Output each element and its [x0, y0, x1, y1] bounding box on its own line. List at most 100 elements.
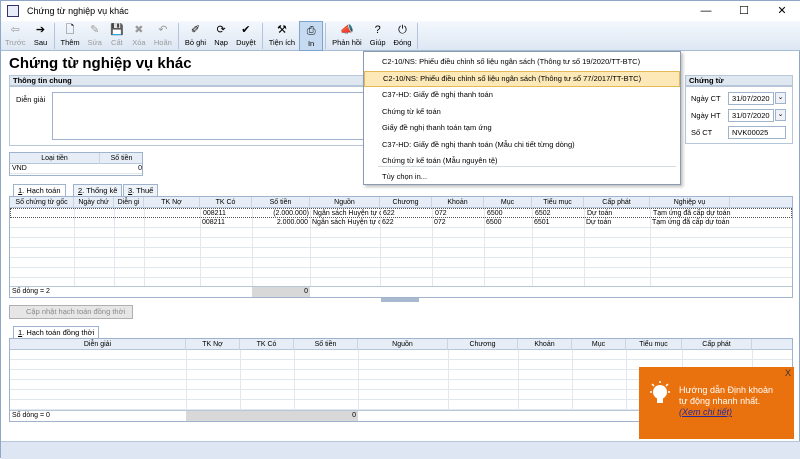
help-button[interactable]: ? Giúp — [366, 21, 390, 51]
print-menu-item[interactable]: Giấy đề nghị thanh toán tạm ứng — [364, 120, 680, 136]
accounting-grid-col-header[interactable]: Mục — [484, 197, 532, 208]
approve-label: Duyệt — [236, 38, 256, 47]
print-menu-item[interactable]: C2-10/NS: Phiếu điều chỉnh số liệu ngân … — [364, 70, 680, 87]
tab-thue[interactable]: 3. Thuế — [123, 184, 159, 196]
sync-accounting-label: Cập nhật hạch toán đồng thời — [26, 307, 126, 316]
accounting-grid-row[interactable] — [10, 258, 792, 268]
accounting-grid-cell[interactable]: 622 — [380, 218, 432, 228]
help-icon: ? — [374, 24, 381, 36]
accounting-grid-cell[interactable]: 6501 — [532, 218, 584, 228]
tip-line1: Hướng dẫn Định khoản — [679, 385, 773, 395]
currency-amount-cell[interactable]: 0 — [100, 164, 142, 174]
tip-details-link[interactable]: (Xem chi tiết) — [679, 407, 773, 418]
accounting-grid-row[interactable]: 008211(2.000.000)Ngân sách Huyện tự chủ6… — [10, 208, 792, 218]
accounting-grid-cell[interactable]: Tạm ứng đã cấp dự toán — [650, 218, 730, 228]
accounting-grid-cell[interactable]: 6500 — [484, 218, 532, 228]
accounting-grid-col-header[interactable]: TK Nợ — [144, 197, 200, 208]
accounting-grid-col-header[interactable]: Khoản — [432, 197, 484, 208]
accounting-grid-row[interactable] — [10, 268, 792, 278]
save-button[interactable]: 💾 Cất — [106, 21, 128, 51]
print-menu-item[interactable]: C37-HD: Giấy đề nghị thanh toán — [364, 87, 680, 103]
accounting-grid-col-header[interactable]: Số tiền — [252, 197, 310, 208]
accounting-grid-col-header[interactable]: Cấp phát — [584, 197, 650, 208]
accounting-grid-col-header[interactable]: Chương — [380, 197, 432, 208]
sync-grid-col-header[interactable]: Khoản — [518, 339, 572, 350]
date-ct-input[interactable]: 31/07/2020 — [728, 92, 774, 105]
undo-button[interactable]: ↶ Hoãn — [150, 21, 176, 51]
sync-grid-col-header[interactable]: Nguồn — [358, 339, 448, 350]
accounting-grid-row[interactable] — [10, 248, 792, 258]
accounting-grid-col-header[interactable]: Số chứng từ gốc — [10, 197, 74, 208]
prev-button[interactable]: ⇦ Trước — [1, 21, 30, 51]
accounting-grid-footer: Số dòng = 2 0 — [10, 286, 792, 297]
sync-grid-col-header[interactable]: Chương — [448, 339, 518, 350]
accounting-grid-row[interactable]: 0082112.000.000Ngân sách Huyện tự chủ622… — [10, 218, 792, 228]
tab-hach-toan-dong-thoi[interactable]: 1. Hạch toán đồng thời — [13, 326, 100, 338]
edit-button[interactable]: ✎ Sửa — [84, 21, 106, 51]
sync-grid-col-header[interactable]: Cấp phát — [682, 339, 752, 350]
approve-icon: ✔ — [241, 24, 251, 36]
sync-grid-col-header[interactable]: Tiểu mục — [626, 339, 682, 350]
accounting-grid-cell[interactable] — [10, 218, 74, 228]
toolbar-separator — [177, 23, 179, 49]
date-ct-label: Ngày CT — [691, 94, 721, 103]
accounting-grid-col-header[interactable]: Nguồn — [310, 197, 380, 208]
sync-accounting-button[interactable]: Cập nhật hạch toán đồng thời — [9, 305, 133, 319]
add-button[interactable]: 🗋 Thêm — [57, 21, 84, 51]
sync-grid-col-header[interactable]: TK Nợ — [186, 339, 240, 350]
reload-label: Nạp — [214, 38, 228, 47]
splitter-handle[interactable] — [381, 298, 419, 302]
accounting-grid-col-header[interactable]: TK Có — [200, 197, 252, 208]
accounting-grid-col-header[interactable]: Ngày chứ — [74, 197, 114, 208]
sync-grid-col-header[interactable]: Mục — [572, 339, 626, 350]
accounting-grid-cell[interactable] — [144, 218, 200, 228]
tip-close-button[interactable]: X — [785, 368, 791, 378]
print-menu-item[interactable]: C2-10/NS: Phiếu điều chỉnh số liệu ngân … — [364, 54, 680, 70]
tab-thue-label: . Thuế — [132, 186, 154, 195]
accounting-grid-cell[interactable]: 008211 — [200, 218, 252, 228]
sync-grid-footer-total: 0 — [186, 411, 358, 421]
sync-grid-col-header[interactable]: Ng — [752, 339, 792, 350]
unpost-button[interactable]: ✐ Bỏ ghi — [181, 21, 210, 51]
accounting-grid-cell[interactable]: 2.000.000 — [252, 218, 310, 228]
currency-type-cell[interactable]: VND — [10, 164, 100, 174]
sync-grid-col-header[interactable]: Diễn giải — [10, 339, 186, 350]
accounting-grid-cell[interactable] — [114, 218, 144, 228]
accounting-grid-cell[interactable]: 072 — [432, 218, 484, 228]
date-ht-input[interactable]: 31/07/2020 — [728, 109, 774, 122]
accounting-grid-row[interactable] — [10, 238, 792, 248]
accounting-grid-col-header[interactable]: Nghiệp vụ — [650, 197, 730, 208]
approve-button[interactable]: ✔ Duyệt — [232, 21, 260, 51]
date-ct-dropdown-icon[interactable]: ⌄ — [775, 92, 786, 104]
accounting-grid-cell[interactable]: Ngân sách Huyện tự chủ — [310, 218, 380, 228]
tab-hach-toan[interactable]: 1. Hạch toán — [13, 184, 66, 196]
maximize-button[interactable]: ☐ — [725, 1, 763, 21]
accounting-grid-cell[interactable]: Dự toán — [584, 218, 650, 228]
utilities-button[interactable]: ⚒ Tiện ích — [265, 21, 299, 51]
reload-button[interactable]: ⟳ Nạp — [210, 21, 232, 51]
date-ht-dropdown-icon[interactable]: ⌄ — [775, 109, 786, 121]
close-window-button[interactable]: ✕ — [763, 1, 800, 21]
next-button[interactable]: ➔ Sau — [30, 21, 52, 51]
accounting-grid-col-header[interactable]: Tiểu mục — [532, 197, 584, 208]
accounting-grid-cell[interactable] — [74, 218, 114, 228]
minimize-button[interactable]: — — [687, 1, 725, 21]
accounting-grid-footer-total: 0 — [252, 287, 310, 297]
feedback-button[interactable]: 📣 Phản hồi — [328, 21, 366, 51]
sync-grid-row[interactable] — [10, 350, 792, 360]
sync-grid-col-header[interactable]: TK Có — [240, 339, 294, 350]
sync-grid-col-header[interactable]: Số tiền — [294, 339, 358, 350]
tab-thong-ke[interactable]: 2. Thống kê — [73, 184, 123, 196]
delete-button[interactable]: ✖ Xóa — [128, 21, 150, 51]
lightbulb-icon — [650, 381, 670, 403]
print-menu-item[interactable]: C37-HD: Giấy đề nghị thanh toán (Mẫu chi… — [364, 137, 680, 153]
voucher-no-input[interactable]: NVK00025 — [728, 126, 786, 139]
print-menu-item[interactable]: Chứng từ kế toán — [364, 104, 680, 120]
print-menu-item[interactable]: Tùy chọn in... — [364, 169, 680, 185]
accounting-grid-row[interactable] — [10, 228, 792, 238]
print-button[interactable]: ⎙ In — [299, 21, 324, 51]
accounting-grid-col-header[interactable]: Diễn gi — [114, 197, 144, 208]
help-label: Giúp — [369, 38, 386, 47]
close-button[interactable]: ⏻ Đóng — [390, 21, 416, 51]
toolbar-separator — [417, 23, 419, 49]
